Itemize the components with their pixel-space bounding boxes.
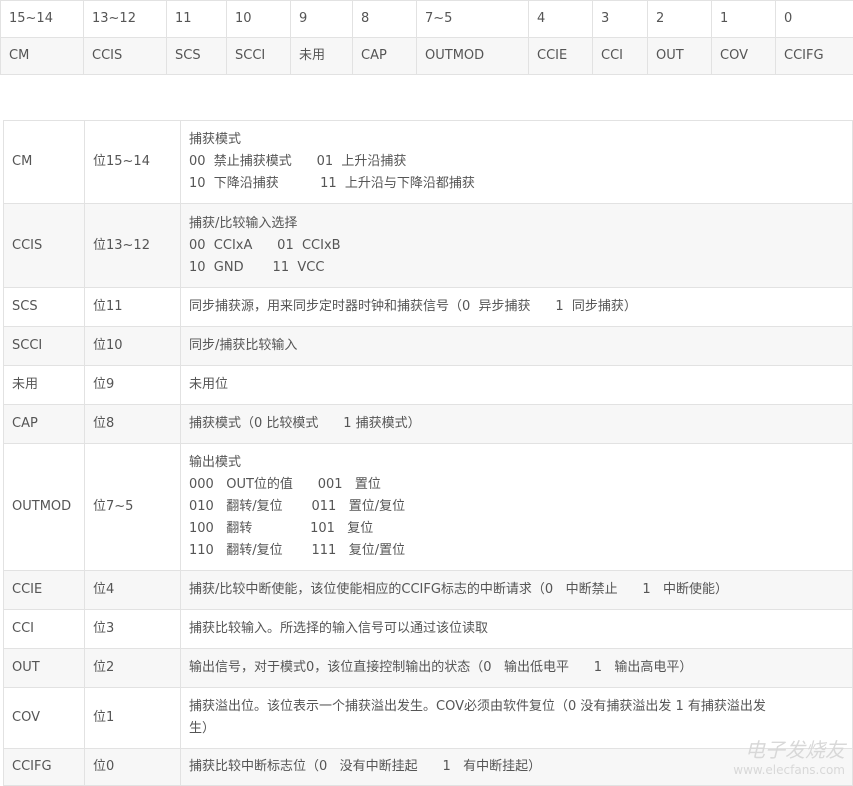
- description-line: 输出模式: [189, 452, 844, 474]
- description-line: 捕获模式: [189, 129, 844, 151]
- bit-number-cell: 2: [648, 1, 712, 38]
- bit-number-cell: 10: [227, 1, 291, 38]
- table-row: CAP位8 捕获模式（0 比较模式 1 捕获模式）: [4, 405, 853, 444]
- field-name: CM: [4, 121, 85, 204]
- bit-number-cell: 13~12: [84, 1, 167, 38]
- field-description: 未用位: [181, 366, 853, 405]
- description-line: 捕获/比较输入选择: [189, 213, 844, 235]
- field-name: CCIE: [4, 571, 85, 610]
- field-name-cell: CCIS: [84, 38, 167, 75]
- table-row: OUT位2 输出信号，对于模式0，该位直接控制输出的状态（0 输出低电平 1 输出…: [4, 649, 853, 688]
- bit-numbers-row: 15~1413~121110987~543210: [1, 1, 853, 38]
- field-description: 同步捕获源，用来同步定时器时钟和捕获信号（0 异步捕获 1 同步捕获）: [181, 288, 853, 327]
- watermark-logo: 电子发烧友 www.elecfans.com: [733, 734, 845, 777]
- field-description: 捕获/比较输入选择00 CCIxA 01 CCIxB10 GND 11 VCC: [181, 204, 853, 288]
- description-line: 010 翻转/复位 011 置位/复位: [189, 496, 844, 518]
- field-name: 未用: [4, 366, 85, 405]
- table-row: COV位1 捕获溢出位。该位表示一个捕获溢出发生。COV必须由软件复位（0 没有捕…: [4, 688, 853, 749]
- table-row: SCS位11 同步捕获源，用来同步定时器时钟和捕获信号（0 异步捕获 1 同步捕获…: [4, 288, 853, 327]
- table-row: 未用位9 未用位: [4, 366, 853, 405]
- register-bit-table: 15~1413~121110987~543210 CMCCISSCSSCCI未用…: [0, 0, 853, 75]
- field-description: 捕获模式00 禁止捕获模式 01 上升沿捕获10 下降沿捕获 11 上升沿与下降…: [181, 121, 853, 204]
- field-name-cell: CM: [1, 38, 84, 75]
- description-line: 捕获/比较中断使能，该位使能相应的CCIFG标志的中断请求（0 中断禁止 1 中…: [189, 579, 844, 601]
- bit-position: 位9: [85, 366, 181, 405]
- field-name-cell: CCI: [593, 38, 648, 75]
- field-description: 同步/捕获比较输入: [181, 327, 853, 366]
- field-name: SCCI: [4, 327, 85, 366]
- description-line: 00 CCIxA 01 CCIxB: [189, 235, 844, 257]
- bit-position: 位7~5: [85, 444, 181, 571]
- field-name: CCIS: [4, 204, 85, 288]
- description-line: 100 翻转 101 复位: [189, 518, 844, 540]
- bit-position: 位10: [85, 327, 181, 366]
- description-line: 捕获比较输入。所选择的输入信号可以通过该位读取: [189, 618, 844, 640]
- field-description: 输出信号，对于模式0，该位直接控制输出的状态（0 输出低电平 1 输出高电平）: [181, 649, 853, 688]
- description-line: 同步捕获源，用来同步定时器时钟和捕获信号（0 异步捕获 1 同步捕获）: [189, 296, 844, 318]
- field-name-cell: SCCI: [227, 38, 291, 75]
- table-row: OUTMOD位7~5输出模式000 OUT位的值 001 置位010 翻转/复位…: [4, 444, 853, 571]
- description-line: 10 GND 11 VCC: [189, 257, 844, 279]
- table-row: CM位15~14捕获模式00 禁止捕获模式 01 上升沿捕获10 下降沿捕获 1…: [4, 121, 853, 204]
- field-name-cell: CAP: [353, 38, 417, 75]
- bit-number-cell: 9: [291, 1, 353, 38]
- field-description: 捕获模式（0 比较模式 1 捕获模式）: [181, 405, 853, 444]
- table-row: CCIFG位0捕获比较中断标志位（0 没有中断挂起 1 有中断挂起）: [4, 749, 853, 786]
- description-line: 捕获模式（0 比较模式 1 捕获模式）: [189, 413, 844, 435]
- table-row: SCCI位10 同步/捕获比较输入: [4, 327, 853, 366]
- description-line: 00 禁止捕获模式 01 上升沿捕获: [189, 151, 844, 173]
- field-name-cell: SCS: [167, 38, 227, 75]
- bit-number-cell: 0: [776, 1, 853, 38]
- table-row: CCI位3 捕获比较输入。所选择的输入信号可以通过该位读取: [4, 610, 853, 649]
- bit-position: 位15~14: [85, 121, 181, 204]
- field-name-cell: 未用: [291, 38, 353, 75]
- description-line: 捕获溢出位。该位表示一个捕获溢出发生。COV必须由软件复位（0 没有捕获溢出发 …: [189, 696, 844, 718]
- description-line: 000 OUT位的值 001 置位: [189, 474, 844, 496]
- field-name-cell: OUTMOD: [417, 38, 529, 75]
- bit-position: 位11: [85, 288, 181, 327]
- description-line: 10 下降沿捕获 11 上升沿与下降沿都捕获: [189, 173, 844, 195]
- table-row: CCIE位4 捕获/比较中断使能，该位使能相应的CCIFG标志的中断请求（0 中断…: [4, 571, 853, 610]
- bit-position: 位0: [85, 749, 181, 786]
- bit-position: 位2: [85, 649, 181, 688]
- bit-number-cell: 11: [167, 1, 227, 38]
- field-name-cell: OUT: [648, 38, 712, 75]
- field-name: OUT: [4, 649, 85, 688]
- field-name: CAP: [4, 405, 85, 444]
- bit-number-cell: 3: [593, 1, 648, 38]
- field-name: CCI: [4, 610, 85, 649]
- field-names-row: CMCCISSCSSCCI未用CAPOUTMODCCIECCIOUTCOVCCI…: [1, 38, 853, 75]
- field-name-cell: CCIFG: [776, 38, 853, 75]
- bit-position: 位1: [85, 688, 181, 749]
- field-name: OUTMOD: [4, 444, 85, 571]
- description-line: 输出信号，对于模式0，该位直接控制输出的状态（0 输出低电平 1 输出高电平）: [189, 657, 844, 679]
- table-row: CCIS位13~12捕获/比较输入选择00 CCIxA 01 CCIxB10 G…: [4, 204, 853, 288]
- field-description: 捕获比较输入。所选择的输入信号可以通过该位读取: [181, 610, 853, 649]
- field-description: 捕获/比较中断使能，该位使能相应的CCIFG标志的中断请求（0 中断禁止 1 中…: [181, 571, 853, 610]
- bit-number-cell: 7~5: [417, 1, 529, 38]
- field-name-cell: COV: [712, 38, 776, 75]
- bit-position: 位4: [85, 571, 181, 610]
- bit-position: 位3: [85, 610, 181, 649]
- field-description-table: CM位15~14捕获模式00 禁止捕获模式 01 上升沿捕获10 下降沿捕获 1…: [3, 120, 853, 786]
- bit-position: 位13~12: [85, 204, 181, 288]
- bit-number-cell: 15~14: [1, 1, 84, 38]
- description-line: 未用位: [189, 374, 844, 396]
- field-name: SCS: [4, 288, 85, 327]
- field-description: 输出模式000 OUT位的值 001 置位010 翻转/复位 011 置位/复位…: [181, 444, 853, 571]
- bit-number-cell: 8: [353, 1, 417, 38]
- field-name: COV: [4, 688, 85, 749]
- bit-number-cell: 4: [529, 1, 593, 38]
- bit-number-cell: 1: [712, 1, 776, 38]
- description-line: 110 翻转/复位 111 复位/置位: [189, 540, 844, 562]
- bit-position: 位8: [85, 405, 181, 444]
- field-name: CCIFG: [4, 749, 85, 786]
- field-name-cell: CCIE: [529, 38, 593, 75]
- description-line: 同步/捕获比较输入: [189, 335, 844, 357]
